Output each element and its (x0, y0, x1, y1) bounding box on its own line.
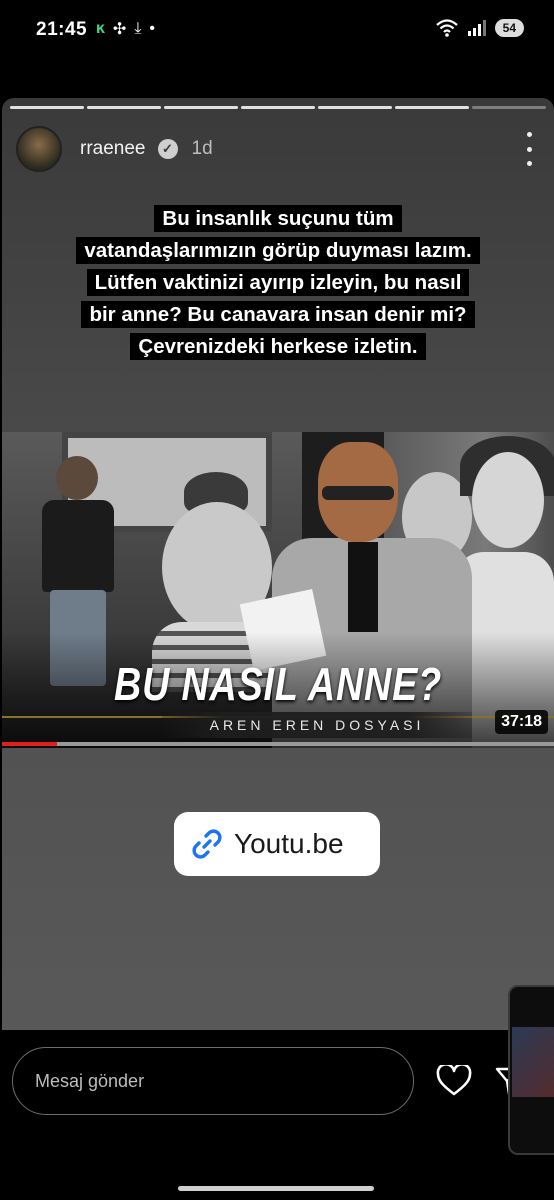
story-caption: Bu insanlık suçunu tüm vatandaşlarımızın… (20, 203, 536, 363)
caption-line: Lütfen vaktinizi ayırıp izleyin, bu nası… (86, 269, 470, 296)
watch-progress-bar (2, 742, 554, 746)
signal-icon (467, 20, 486, 36)
pip-preview (512, 1027, 554, 1097)
video-thumbnail[interactable]: BU NASIL ANNE? AREN EREN DOSYASI 37:18 (2, 432, 554, 748)
wifi-icon (435, 19, 458, 37)
picture-in-picture-window[interactable] (508, 985, 554, 1155)
heart-icon[interactable] (436, 1065, 472, 1097)
avatar[interactable] (16, 126, 62, 172)
progress-segment (87, 106, 161, 109)
reply-bar (0, 1030, 554, 1200)
progress-segment (472, 106, 546, 109)
story-progress-bar (10, 106, 546, 109)
post-time: 1d (191, 138, 213, 159)
status-time: 21:45 (36, 19, 88, 40)
caption-line: Bu insanlık suçunu tüm (154, 205, 402, 232)
status-bar: 21:45 ĸ ✣ ⤓ • 54 (0, 0, 554, 62)
notification-icons: ĸ ✣ ⤓ • (96, 19, 155, 39)
video-duration: 37:18 (495, 710, 548, 734)
dot-icon: • (149, 20, 155, 37)
caption-line: Çevrenizdeki herkese izletin. (130, 333, 426, 360)
progress-segment (10, 106, 84, 109)
battery-indicator: 54 (494, 19, 524, 37)
download-icon: ⤓ (134, 20, 142, 37)
video-subtitle: AREN EREN DOSYASI (162, 712, 472, 738)
pinwheel-icon: ✣ (112, 21, 127, 38)
link-label: Youtu.be (234, 828, 344, 859)
caption-line: vatandaşlarımızın görüp duyması lazım. (76, 237, 480, 264)
message-input[interactable] (12, 1047, 414, 1115)
progress-segment (241, 106, 315, 109)
story-header: rraenee ✓ 1d (16, 126, 540, 172)
caption-line: bir anne? Bu canavara insan denir mi? (81, 301, 475, 328)
more-options-icon[interactable] (524, 132, 534, 166)
progress-segment (395, 106, 469, 109)
watch-progress-fill (2, 742, 58, 746)
video-title: BU NASIL ANNE? (114, 658, 442, 710)
home-indicator[interactable] (178, 1186, 374, 1191)
story-card[interactable]: rraenee ✓ 1d Bu insanlık suçunu tüm vata… (2, 98, 554, 1082)
system-icons: 54 (435, 18, 524, 38)
progress-segment (318, 106, 392, 109)
link-sticker[interactable]: Youtu.be (174, 812, 380, 876)
username[interactable]: rraenee (80, 138, 146, 160)
link-icon (192, 829, 222, 859)
progress-segment (164, 106, 238, 109)
verified-badge-icon: ✓ (157, 139, 178, 159)
app-notification-icon: ĸ (96, 20, 105, 37)
